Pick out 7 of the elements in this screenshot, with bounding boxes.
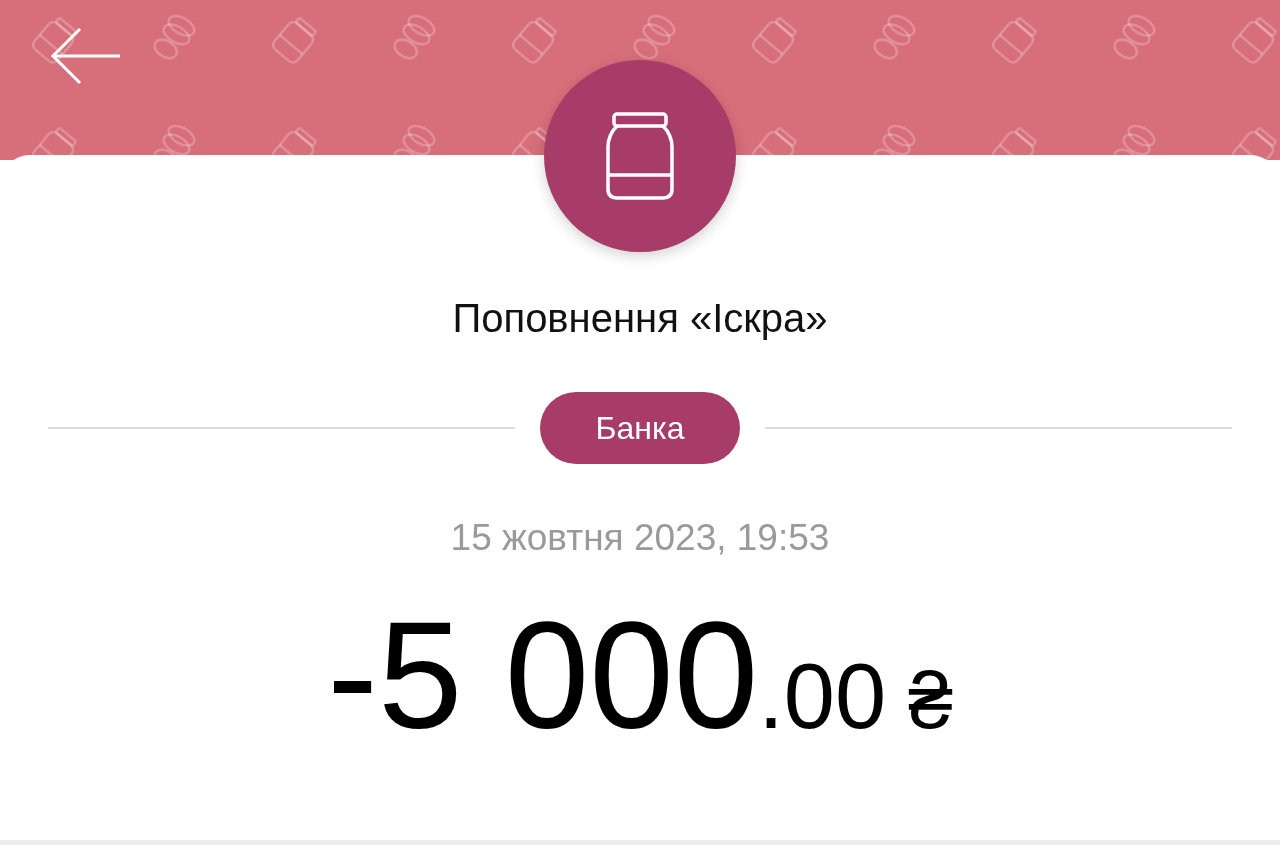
amount-value: -5 000.00: [327, 599, 887, 751]
currency-sign: ₴: [908, 661, 953, 741]
jar-icon: [605, 111, 675, 201]
transaction-title: Поповнення «Іскра»: [452, 295, 828, 341]
back-button[interactable]: [50, 26, 122, 86]
transaction-date: 15 жовтня 2023, 19:53: [450, 517, 830, 559]
category-tag: Банка: [540, 392, 740, 464]
